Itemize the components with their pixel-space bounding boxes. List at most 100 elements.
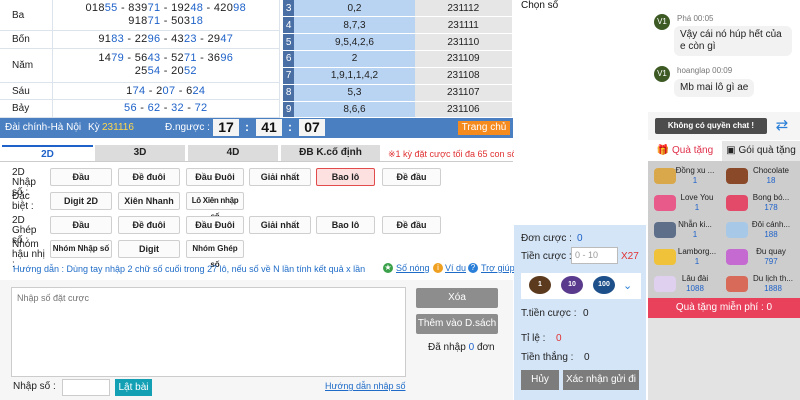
wings-gift-icon[interactable]	[726, 222, 748, 238]
bet-type-button[interactable]: Digit 2D	[50, 192, 112, 210]
prize-line: 1479 - 5643 - 5271 - 3696	[98, 52, 234, 65]
free-gift-button[interactable]: Quà tặng miễn phí : 0	[648, 298, 800, 318]
tab-db-fixed[interactable]: ĐB K.cố định	[281, 145, 380, 161]
chip-100[interactable]: 100	[593, 276, 615, 294]
bet-type-button[interactable]: Đầu Đuôi	[186, 216, 244, 234]
gift-value: 1888	[764, 284, 782, 293]
win-label: Tiền thắng :	[521, 352, 574, 363]
entered-label: Đã nhập	[428, 342, 466, 353]
travel-gift-icon[interactable]	[726, 276, 748, 292]
countdown-minutes: 41	[256, 119, 282, 136]
tab-gift-packs-label: Gói quà tặng	[738, 145, 796, 156]
tab-gift-packs[interactable]: ▣ Gói quà tặng	[722, 141, 800, 161]
prize-name: Sáu	[0, 82, 53, 101]
heart-gift-icon[interactable]	[654, 195, 676, 211]
chip-10[interactable]: 10	[561, 276, 583, 294]
prize-name: Ba	[0, 0, 53, 32]
flip-button[interactable]: Lật bài	[115, 379, 152, 396]
chat-username: hoanglap	[677, 66, 710, 75]
chat-user: Phá 00:05	[677, 14, 714, 23]
countdown-seconds: 07	[299, 119, 325, 136]
history-numbers: 2	[294, 50, 415, 68]
row-label: Đặc biệt :	[12, 191, 34, 212]
bet-type-button[interactable]: Giải nhất	[249, 168, 311, 186]
prize-line: 174 - 207 - 624	[126, 84, 206, 97]
bet-type-button[interactable]: Giải nhất	[249, 216, 311, 234]
results-table: Ba 01855 - 83971 - 19248 - 42098 91871 - 5…	[0, 0, 280, 118]
prize-line: 91871 - 50318	[128, 15, 204, 28]
chat-username: Phá	[677, 14, 692, 23]
number-input[interactable]	[62, 379, 110, 396]
history-index: 8	[283, 84, 295, 102]
home-button[interactable]: Trang chủ	[458, 121, 510, 135]
prize-line: 9183 - 2296 - 4323 - 2947	[98, 33, 234, 46]
bet-count-label: Đơn cược :	[521, 233, 572, 244]
input-guide-link[interactable]: Hướng dẫn nhập số	[325, 381, 405, 391]
history-row: 7 1,9,1,1,4,2 231108	[283, 67, 512, 85]
choose-number-label: Chọn số	[521, 0, 559, 11]
bet-type-button[interactable]: Nhóm Ghép số	[186, 240, 244, 269]
history-row: 3 0,2 231112	[283, 0, 512, 18]
gift-name: Đôi cánh...	[751, 220, 791, 229]
bet-type-button[interactable]: Đề đầu	[382, 216, 441, 234]
bouquet-gift-icon[interactable]	[726, 195, 748, 211]
history-table: 3 0,2 231112 4 8,7,3 231111 5 9,5,4,2,6 231110…	[283, 0, 512, 119]
history-numbers: 1,9,1,1,4,2	[294, 67, 415, 85]
clear-button[interactable]: Xóa	[416, 288, 498, 308]
tab-2d[interactable]: 2D	[2, 145, 93, 161]
prize-line: 01855 - 83971 - 19248 - 42098	[85, 2, 246, 15]
chat-message: Mb mai lô gì ae	[674, 79, 755, 97]
hot-numbers-link[interactable]: Số nóng	[396, 263, 430, 273]
tab-4d[interactable]: 4D	[188, 145, 278, 161]
prize-numbers: 174 - 207 - 624	[52, 82, 280, 101]
prize-line: 2554 - 2052	[134, 65, 197, 78]
bet-type-button[interactable]: Bao lô	[316, 216, 375, 234]
bet-type-button[interactable]: Digit	[118, 240, 180, 258]
bet-type-button[interactable]: Đề đuôi	[118, 216, 180, 234]
entered-unit: đơn	[476, 342, 495, 353]
history-period: 231112	[414, 0, 512, 18]
example-link[interactable]: Ví dụ	[445, 263, 466, 273]
history-row: 9 8,6,6 231106	[283, 101, 512, 119]
bet-type-button[interactable]: Đầu Đuôi	[186, 168, 244, 186]
chevron-down-icon[interactable]: ⌄	[623, 279, 632, 292]
car-gift-icon[interactable]	[654, 249, 676, 265]
total-bet-label: T.tiền cược :	[521, 308, 577, 319]
prize-numbers: 56 - 62 - 32 - 72	[52, 99, 280, 118]
bet-type-button-selected[interactable]: Bao lô	[316, 168, 375, 186]
ferris-wheel-gift-icon[interactable]	[726, 249, 748, 265]
gift-value: 18	[766, 176, 776, 185]
bet-amount-input[interactable]: 0 - 10	[571, 247, 618, 264]
chip-1[interactable]: 1	[529, 276, 551, 294]
bet-type-button[interactable]: Đầu	[50, 168, 112, 186]
chat-message: Vậy cái nó húp hết của e còn gì	[674, 26, 792, 56]
hint-text: Hướng dẫn : Dùng tay nhập 2 chữ số cuối …	[13, 264, 366, 274]
tab-gifts-label: Quà tặng	[672, 145, 714, 156]
tab-gifts[interactable]: 🎁 Quà tặng	[648, 141, 722, 161]
bet-type-button[interactable]: Lô Xiên nhập số	[186, 192, 244, 221]
history-period: 231111	[414, 16, 512, 35]
cancel-button[interactable]: Hủy	[521, 370, 559, 390]
gift-name: Lamborg...	[677, 247, 717, 256]
bet-type-button[interactable]: Nhóm Nhập số	[50, 240, 112, 258]
info-icon: i	[433, 263, 443, 273]
history-index: 6	[283, 50, 295, 68]
chocolate-gift-icon[interactable]	[726, 168, 748, 184]
tab-3d[interactable]: 3D	[95, 145, 185, 161]
bet-type-button[interactable]: Đầu	[50, 216, 112, 234]
confirm-submit-button[interactable]: Xác nhận gửi đi	[563, 370, 639, 390]
gift-name: Đu quay	[756, 247, 786, 256]
bet-type-button[interactable]: Xiên Nhanh	[118, 192, 180, 210]
prize-name: Năm	[0, 48, 53, 83]
swap-icon[interactable]: ⇄	[772, 117, 792, 135]
history-index: 3	[283, 0, 295, 18]
bet-type-button[interactable]: Đề đầu	[382, 168, 441, 186]
bet-numbers-textarea[interactable]	[11, 287, 406, 377]
help-link[interactable]: Trợ giúp	[481, 263, 515, 273]
avatar: V1	[654, 14, 670, 30]
gift-value: 1	[694, 257, 700, 266]
add-to-slip-button[interactable]: Thêm vào D.sách	[416, 314, 498, 334]
prize-name: Bốn	[0, 30, 53, 49]
bet-type-button[interactable]: Đề đuôi	[118, 168, 180, 186]
history-row: 5 9,5,4,2,6 231110	[283, 33, 512, 52]
